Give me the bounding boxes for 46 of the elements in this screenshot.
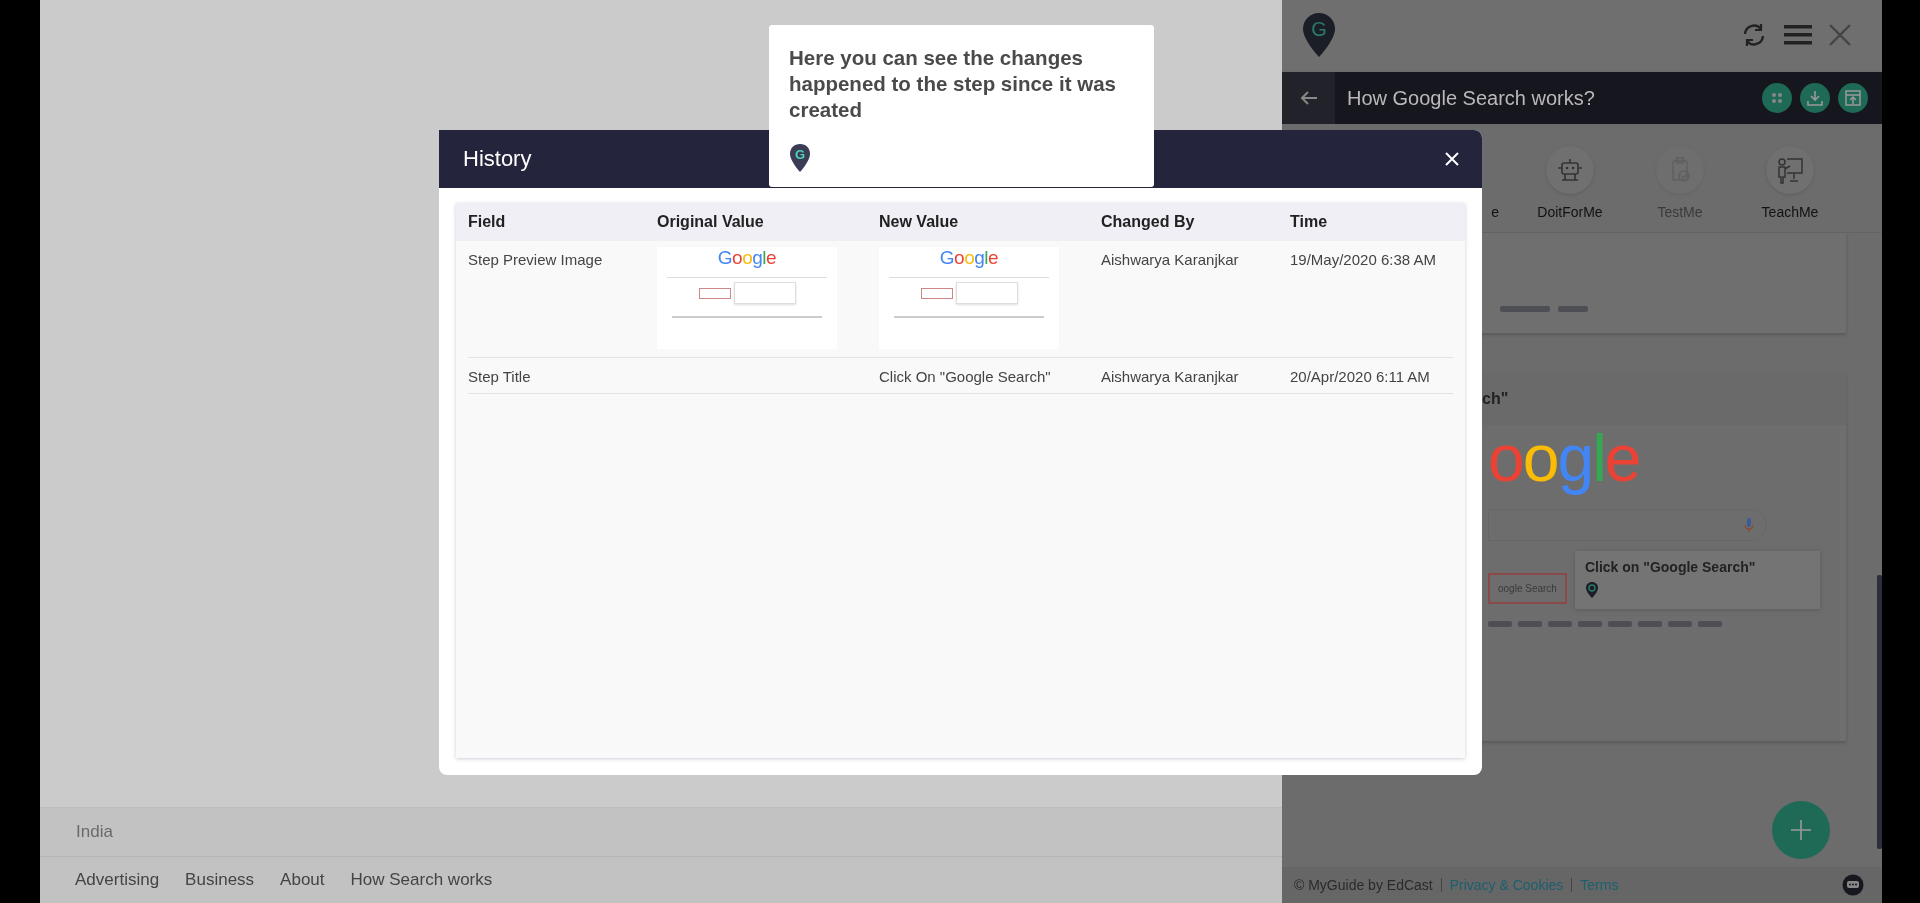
table-cell: Click On "Google Search" <box>879 368 1051 385</box>
logo-pin-icon: G <box>1302 12 1336 58</box>
column-header: Original Value <box>657 213 765 231</box>
footer-link[interactable]: How Search works <box>350 870 493 890</box>
step-title: ch" <box>1482 390 1509 408</box>
export-button[interactable] <box>1838 83 1868 113</box>
table-cell-text: Aishwarya Karanjkar <box>1101 368 1240 385</box>
tab-button[interactable] <box>1546 146 1594 194</box>
table-cell-text: Step Title <box>468 368 532 385</box>
table-cell-text: Step Preview Image <box>468 251 604 270</box>
scrollbar[interactable] <box>1877 575 1882 849</box>
menu-icon[interactable] <box>1784 24 1812 46</box>
table-cell-text: 19/May/2020 6:38 AM <box>1290 251 1437 270</box>
screenshot-thumbnail: Google <box>657 247 837 349</box>
download-button[interactable] <box>1800 83 1830 113</box>
logo-pin-icon <box>1584 581 1599 599</box>
tab-label: TeachMe <box>1761 204 1819 220</box>
microphone-icon <box>1744 517 1754 533</box>
download-icon <box>1807 90 1823 106</box>
copyright-text: © MyGuide by EdCast <box>1294 877 1433 893</box>
guide-title: How Google Search works? <box>1347 86 1595 110</box>
table-cell-text: Aishwarya Karanjkar <box>1101 251 1240 270</box>
footer-link[interactable]: Advertising <box>75 870 160 890</box>
back-arrow-icon <box>1299 90 1318 106</box>
tab-label[interactable]: e <box>1491 204 1499 220</box>
grid-button[interactable] <box>1762 83 1792 113</box>
tooltip-text: Here you can see the changes happened to the step since it was created <box>789 45 1117 124</box>
column-header: Field <box>468 213 507 231</box>
country-label: India <box>76 822 113 842</box>
tab-label: DoitForMe <box>1537 204 1603 220</box>
presenter-icon <box>1775 155 1805 185</box>
back-button[interactable] <box>1282 72 1335 124</box>
column-header: Changed By <box>1101 213 1196 231</box>
callout-text: Click on "Google Search" <box>1584 559 1757 575</box>
plus-icon <box>1790 819 1812 841</box>
grid-icon <box>1771 92 1783 104</box>
tab-button[interactable] <box>1766 146 1814 194</box>
upload-icon <box>1845 90 1861 106</box>
footer-link[interactable]: About <box>280 870 325 890</box>
screenshot-thumbnail: Google <box>879 247 1059 349</box>
column-header: Time <box>1290 213 1329 231</box>
column-header: New Value <box>879 213 960 231</box>
logo-pin-icon: G <box>789 143 811 173</box>
dialog-title: History <box>463 146 532 172</box>
footer-link[interactable]: Business <box>185 870 255 890</box>
chat-icon[interactable] <box>1842 874 1864 896</box>
